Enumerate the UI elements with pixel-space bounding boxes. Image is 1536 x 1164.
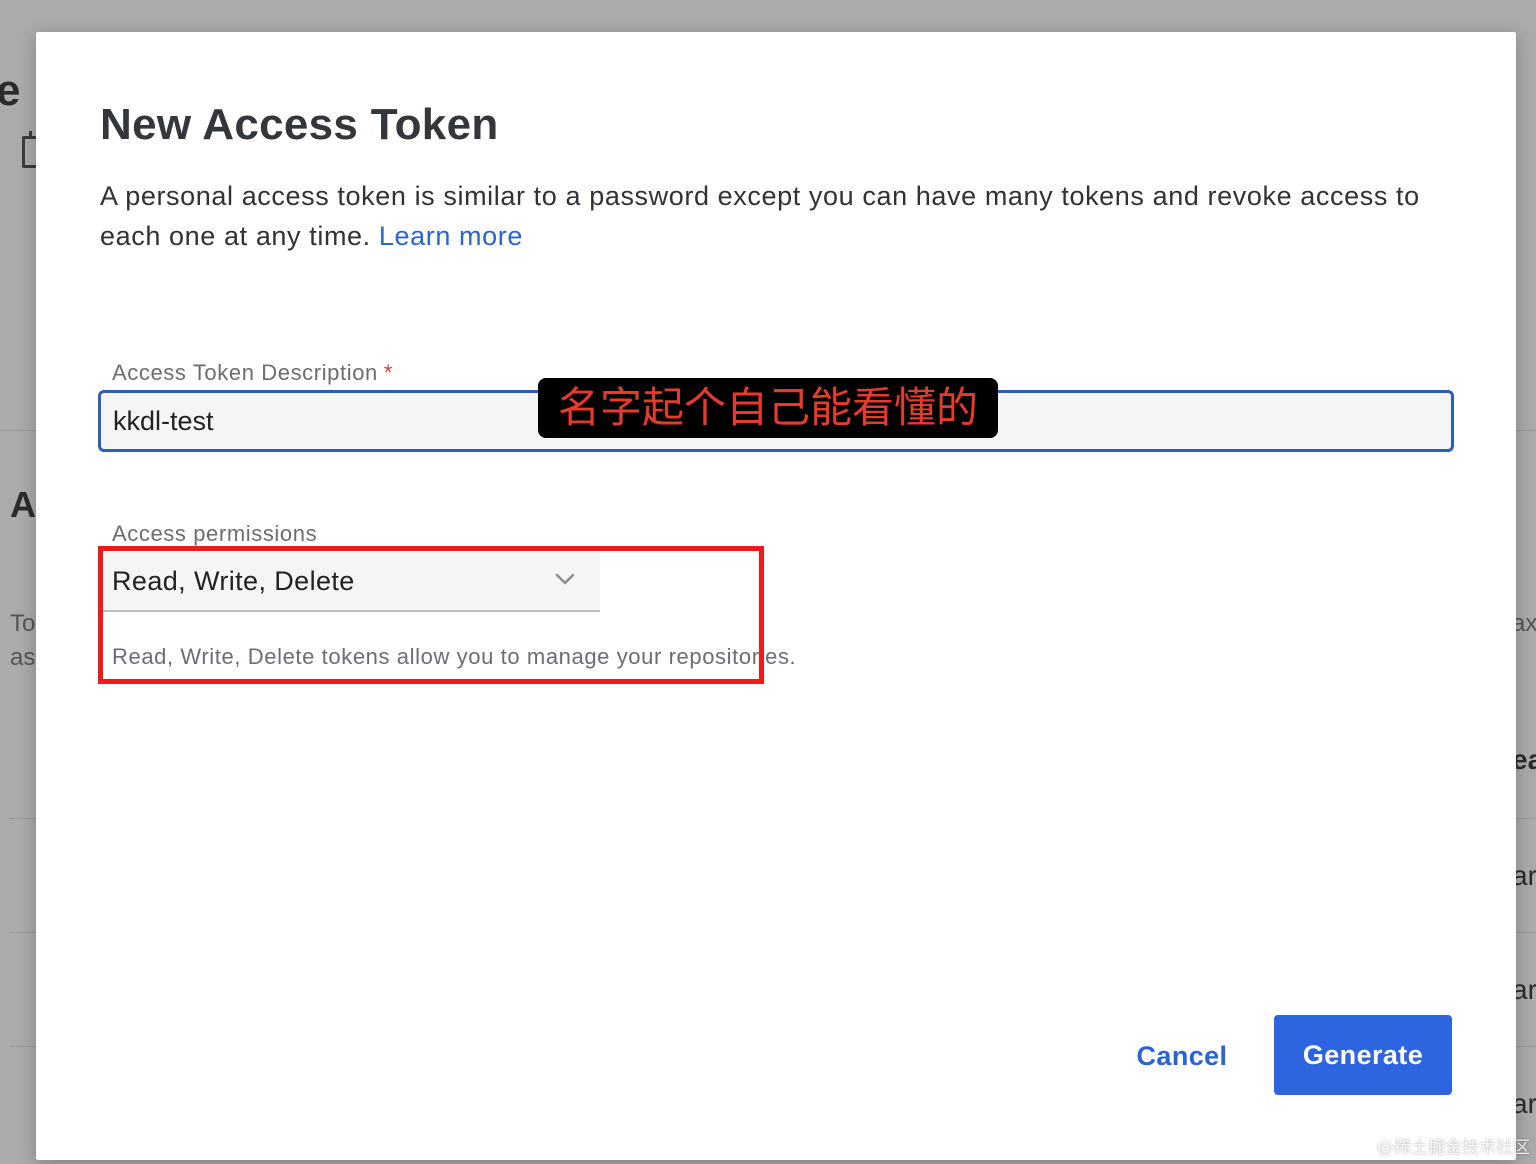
- bg-divider: [1516, 818, 1536, 819]
- bg-divider: [10, 818, 36, 819]
- bg-fragment: A: [10, 484, 36, 525]
- dialog-title: New Access Token: [100, 100, 499, 149]
- bg-divider: [10, 1046, 36, 1047]
- bg-divider: [1516, 430, 1536, 431]
- access-permissions-help: Read, Write, Delete tokens allow you to …: [112, 644, 797, 669]
- bg-fragment: To: [10, 610, 36, 637]
- bg-divider: [0, 430, 36, 431]
- token-description-label-text: Access Token Description: [112, 360, 378, 385]
- generate-button[interactable]: Generate: [1274, 1015, 1452, 1095]
- token-description-label: Access Token Description *: [112, 360, 393, 386]
- bg-divider: [10, 932, 36, 933]
- chevron-down-icon: [555, 573, 575, 585]
- annotation-tag: 名字起个自己能看懂的: [538, 378, 998, 438]
- bg-fragment: e: [0, 66, 21, 115]
- access-permissions-select[interactable]: Read, Write, Delete: [100, 552, 600, 612]
- access-permissions-label: Access permissions: [112, 521, 318, 546]
- access-permissions-value: Read, Write, Delete: [112, 566, 355, 596]
- cancel-button[interactable]: Cancel: [1122, 1016, 1242, 1096]
- dialog-description: A personal access token is similar to a …: [100, 176, 1460, 256]
- learn-more-link[interactable]: Learn more: [379, 221, 523, 251]
- watermark: @稀土掘金技术社区: [1377, 1138, 1530, 1158]
- bg-divider: [1516, 932, 1536, 933]
- new-access-token-dialog: New Access Token A personal access token…: [36, 32, 1516, 1160]
- description-text: A personal access token is similar to a …: [100, 181, 1420, 251]
- bg-divider: [1516, 1046, 1536, 1047]
- bg-fragment: as: [10, 644, 36, 671]
- required-marker: *: [383, 360, 394, 385]
- calendar-icon: [22, 131, 36, 168]
